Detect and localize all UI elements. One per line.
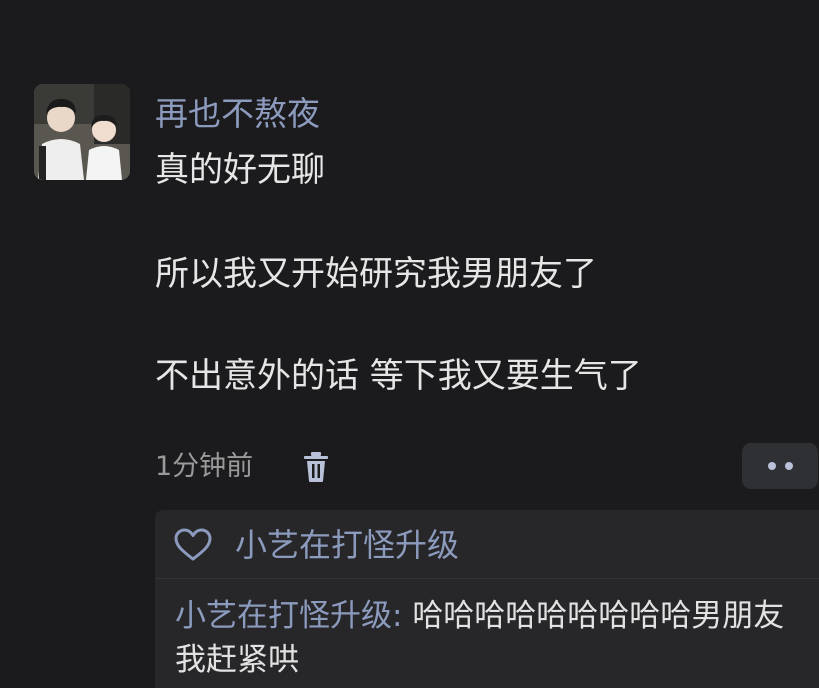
trash-icon[interactable] [300, 450, 332, 484]
likes-row: 小艺在打怪升级 [155, 510, 819, 579]
moments-post: 再也不熬夜 真的好无聊 所以我又开始研究我男朋友了 不出意外的话 等下我又要生气… [0, 0, 819, 688]
post-timestamp: 1分钟前 [155, 451, 254, 482]
comment-separator: : [392, 598, 413, 634]
more-dots-icon [784, 462, 793, 470]
post-text-line-1: 真的好无聊 [155, 150, 325, 190]
comment-item[interactable]: 小艺在打怪升级: 哈哈哈哈哈哈哈哈哈男朋友我赶紧哄 [175, 594, 805, 682]
heart-icon[interactable] [173, 528, 213, 562]
liker-name[interactable]: 小艺在打怪升级 [235, 524, 459, 566]
post-text-line-2: 所以我又开始研究我男朋友了 [155, 254, 597, 294]
interaction-panel: 小艺在打怪升级 小艺在打怪升级: 哈哈哈哈哈哈哈哈哈男朋友我赶紧哄 [155, 510, 819, 688]
avatar-photo [34, 84, 130, 180]
avatar[interactable] [34, 84, 130, 180]
post-text-line-3: 不出意外的话 等下我又要生气了 [155, 356, 642, 396]
post-username[interactable]: 再也不熬夜 [155, 92, 320, 136]
more-dots-icon [767, 462, 776, 470]
more-actions-button[interactable] [742, 443, 818, 489]
comment-author[interactable]: 小艺在打怪升级 [175, 598, 392, 634]
